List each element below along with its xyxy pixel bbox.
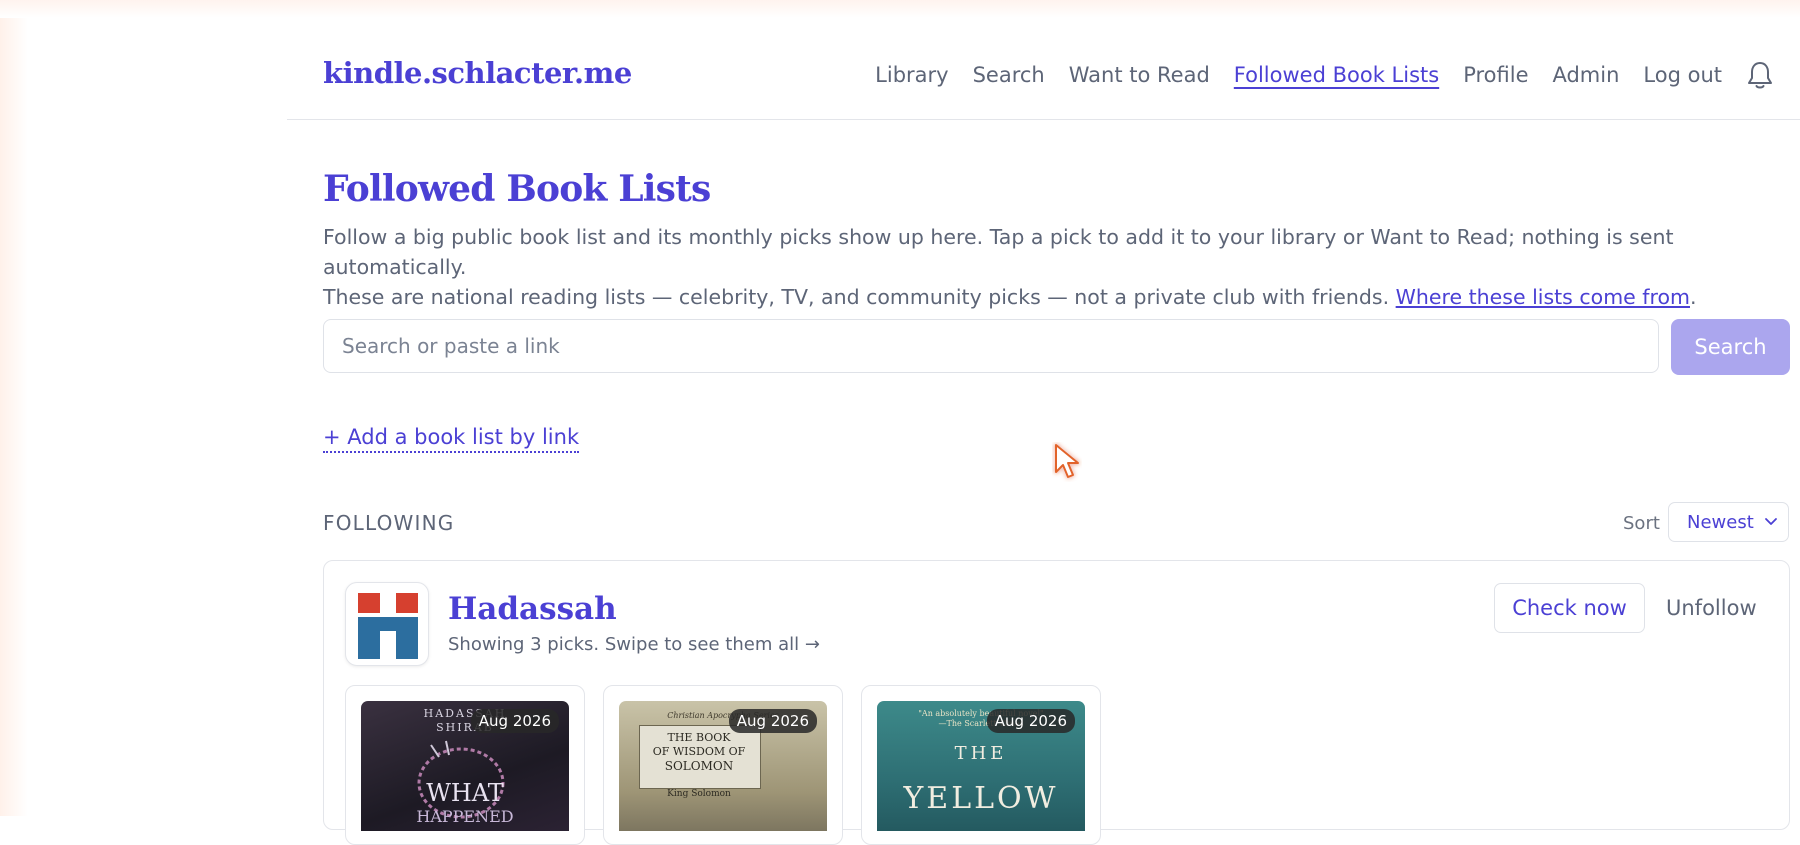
nav-log-out[interactable]: Log out xyxy=(1643,63,1722,87)
book-pick[interactable]: Christian Apocrypha Series THE BOOK OF W… xyxy=(603,685,843,845)
lists-source-link[interactable]: Where these lists come from xyxy=(1396,285,1690,309)
intro-line-1: Follow a big public book list and its mo… xyxy=(323,225,1674,279)
main-nav: Library Search Want to Read Followed Boo… xyxy=(875,60,1774,90)
pick-date-badge: Aug 2026 xyxy=(986,709,1075,733)
search-input[interactable] xyxy=(323,319,1659,373)
left-edge-glow xyxy=(0,0,28,816)
book-cover: HADASSAH SHIRAB WHAT HAPPENED Aug 2026 xyxy=(361,701,569,831)
brand-logo[interactable]: kindle.schlacter.me xyxy=(323,56,632,90)
nav-admin[interactable]: Admin xyxy=(1552,63,1619,87)
following-section-label: FOLLOWING xyxy=(323,511,455,535)
nav-followed-book-lists[interactable]: Followed Book Lists xyxy=(1234,63,1439,87)
intro-line-2: These are national reading lists — celeb… xyxy=(323,282,1793,312)
hadassah-logo xyxy=(345,582,429,666)
book-pick[interactable]: HADASSAH SHIRAB WHAT HAPPENED Aug 2026 xyxy=(345,685,585,845)
nav-profile[interactable]: Profile xyxy=(1463,63,1528,87)
nav-library[interactable]: Library xyxy=(875,63,948,87)
pick-date-badge: Aug 2026 xyxy=(470,709,559,733)
book-cover: Christian Apocrypha Series THE BOOK OF W… xyxy=(619,701,827,831)
sort-label: Sort xyxy=(1623,513,1660,534)
page-title: Followed Book Lists xyxy=(323,168,711,210)
intro-period: . xyxy=(1690,285,1697,309)
bell-icon[interactable] xyxy=(1746,60,1774,90)
nav-want-to-read[interactable]: Want to Read xyxy=(1069,63,1210,87)
page-intro: Follow a big public book list and its mo… xyxy=(323,222,1793,312)
site-header: kindle.schlacter.me Library Search Want … xyxy=(287,0,1800,120)
sort-select[interactable]: Newest xyxy=(1668,502,1789,542)
search-button[interactable]: Search xyxy=(1671,319,1790,375)
unfollow-button[interactable]: Unfollow xyxy=(1660,583,1763,633)
book-list-card: Hadassah Showing 3 picks. Swipe to see t… xyxy=(323,560,1790,845)
book-pick[interactable]: "An absolutely beautiful novel" —The Sca… xyxy=(861,685,1101,845)
chevron-down-icon xyxy=(1765,518,1777,525)
intro-line-2-text: These are national reading lists — celeb… xyxy=(323,285,1390,309)
book-cover: "An absolutely beautiful novel" —The Sca… xyxy=(877,701,1085,831)
nav-search[interactable]: Search xyxy=(973,63,1045,87)
check-now-button[interactable]: Check now xyxy=(1494,583,1645,633)
pick-date-badge: Aug 2026 xyxy=(728,709,817,733)
list-subtitle: Showing 3 picks. Swipe to see them all → xyxy=(448,634,820,655)
mouse-cursor-icon xyxy=(1055,444,1079,478)
add-book-list-link[interactable]: + Add a book list by link xyxy=(323,425,580,453)
sort-selected-value: Newest xyxy=(1687,511,1754,533)
list-name[interactable]: Hadassah xyxy=(448,591,617,627)
